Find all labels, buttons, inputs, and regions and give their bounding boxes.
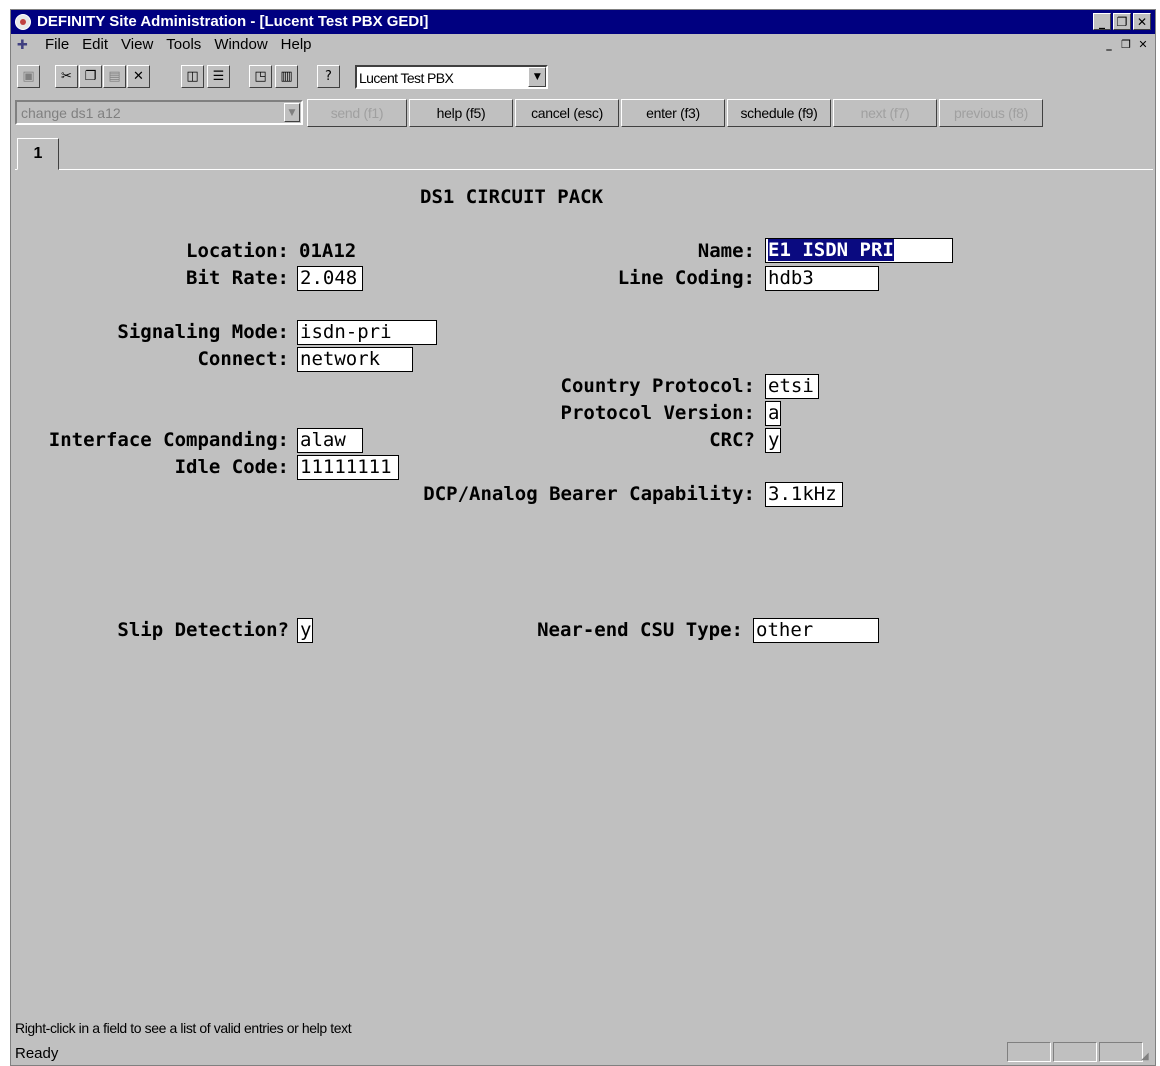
app-window: DEFINITY Site Administration - [Lucent T… bbox=[10, 9, 1156, 1066]
tab-page-1[interactable]: 1 bbox=[17, 138, 59, 170]
title-bar[interactable]: DEFINITY Site Administration - [Lucent T… bbox=[11, 10, 1155, 34]
toolbar: ▣ ✂ ❐ ▤ ✕ ◫ ☰ ◳ ▥ ? Lucent Test PBX ▼ bbox=[11, 60, 1155, 96]
status-pane bbox=[1099, 1042, 1143, 1062]
location-label: Location: bbox=[186, 240, 289, 262]
menu-file[interactable]: File bbox=[45, 36, 78, 53]
signaling-mode-label: Signaling Mode: bbox=[117, 321, 289, 343]
maximize-button[interactable]: ❐ bbox=[1113, 13, 1131, 30]
doc-close-button[interactable]: ✕ bbox=[1135, 37, 1151, 52]
csu-type-label: Near-end CSU Type: bbox=[537, 619, 743, 641]
page-tabs: 1 bbox=[15, 136, 1153, 170]
print-icon[interactable]: ▥ bbox=[275, 65, 298, 88]
signaling-mode-field[interactable]: isdn-pri bbox=[297, 320, 437, 345]
doc-minimize-button[interactable]: _ bbox=[1101, 37, 1117, 52]
slip-detection-field[interactable]: y bbox=[297, 618, 313, 643]
copy-icon[interactable]: ❐ bbox=[79, 65, 102, 88]
delete-icon[interactable]: ✕ bbox=[127, 65, 150, 88]
resize-grip-icon[interactable]: ◢ bbox=[1141, 1051, 1153, 1063]
bit-rate-label: Bit Rate: bbox=[186, 267, 289, 289]
idle-code-field[interactable]: 11111111 bbox=[297, 455, 399, 480]
cancel-button[interactable]: cancel (esc) bbox=[515, 99, 619, 127]
enter-button[interactable]: enter (f3) bbox=[621, 99, 725, 127]
crc-label: CRC? bbox=[709, 429, 755, 451]
send-button[interactable]: send (f1) bbox=[307, 99, 407, 127]
pbx-select[interactable]: Lucent Test PBX ▼ bbox=[355, 65, 548, 89]
chevron-down-icon[interactable]: ▼ bbox=[284, 103, 300, 122]
menu-tools[interactable]: Tools bbox=[166, 36, 210, 53]
menu-edit[interactable]: Edit bbox=[82, 36, 117, 53]
next-button[interactable]: next (f7) bbox=[833, 99, 937, 127]
interface-companding-label: Interface Companding: bbox=[48, 429, 289, 451]
document-icon[interactable]: ✚ bbox=[17, 38, 33, 53]
form-title: DS1 CIRCUIT PACK bbox=[420, 186, 604, 208]
name-field-value: E1 ISDN PRI bbox=[768, 239, 894, 261]
protocol-version-field[interactable]: a bbox=[765, 401, 781, 426]
connect-field[interactable]: network bbox=[297, 347, 413, 372]
help-icon[interactable]: ? bbox=[317, 65, 340, 88]
ds1-form: DS1 CIRCUIT PACK Location: 01A12 Name: E… bbox=[15, 170, 1145, 1010]
print-preview-icon[interactable]: ◳ bbox=[249, 65, 272, 88]
line-coding-field[interactable]: hdb3 bbox=[765, 266, 879, 291]
name-label: Name: bbox=[697, 240, 755, 262]
status-panes bbox=[1007, 1042, 1143, 1062]
name-field[interactable]: E1 ISDN PRI bbox=[765, 238, 953, 263]
menu-window[interactable]: Window bbox=[214, 36, 276, 53]
document-caption-buttons: _ ❐ ✕ bbox=[1101, 37, 1151, 52]
status-pane bbox=[1007, 1042, 1051, 1062]
bearer-capability-field[interactable]: 3.1kHz bbox=[765, 482, 843, 507]
command-input-value: change ds1 a12 bbox=[21, 105, 121, 121]
location-value: 01A12 bbox=[299, 240, 357, 262]
menu-view[interactable]: View bbox=[121, 36, 162, 53]
pbx-select-value: Lucent Test PBX bbox=[359, 70, 454, 86]
protocol-version-label: Protocol Version: bbox=[560, 402, 755, 424]
bearer-capability-label: DCP/Analog Bearer Capability: bbox=[423, 483, 755, 505]
slip-detection-label: Slip Detection? bbox=[117, 619, 289, 641]
line-coding-label: Line Coding: bbox=[617, 267, 755, 289]
menu-bar: ✚ File Edit View Tools Window Help _ ❐ ✕ bbox=[11, 34, 1155, 56]
minimize-button[interactable]: _ bbox=[1093, 13, 1111, 30]
previous-button[interactable]: previous (f8) bbox=[939, 99, 1043, 127]
caption-buttons: _ ❐ ✕ bbox=[1093, 13, 1151, 30]
app-icon[interactable] bbox=[15, 14, 31, 30]
csu-type-field[interactable]: other bbox=[753, 618, 879, 643]
help-hint: Right-click in a field to see a list of … bbox=[15, 1020, 352, 1036]
chevron-down-icon[interactable]: ▼ bbox=[528, 67, 546, 87]
close-button[interactable]: ✕ bbox=[1133, 13, 1151, 30]
save-icon[interactable]: ▣ bbox=[17, 65, 40, 88]
bit-rate-field[interactable]: 2.048 bbox=[297, 266, 363, 291]
schedule-button[interactable]: schedule (f9) bbox=[727, 99, 831, 127]
connect-label: Connect: bbox=[197, 348, 289, 370]
status-text: Ready bbox=[15, 1045, 59, 1062]
status-pane bbox=[1053, 1042, 1097, 1062]
doc-restore-button[interactable]: ❐ bbox=[1118, 37, 1134, 52]
crc-field[interactable]: y bbox=[765, 428, 781, 453]
country-protocol-label: Country Protocol: bbox=[560, 375, 755, 397]
interface-companding-field[interactable]: alaw bbox=[297, 428, 363, 453]
command-bar: change ds1 a12 ▼ send (f1) help (f5) can… bbox=[11, 98, 1155, 132]
command-input[interactable]: change ds1 a12 ▼ bbox=[15, 100, 303, 125]
help-button[interactable]: help (f5) bbox=[409, 99, 513, 127]
idle-code-label: Idle Code: bbox=[174, 456, 289, 478]
country-protocol-field[interactable]: etsi bbox=[765, 374, 819, 399]
menu-help[interactable]: Help bbox=[281, 36, 321, 53]
cut-icon[interactable]: ✂ bbox=[55, 65, 78, 88]
window-icon[interactable]: ◫ bbox=[181, 65, 204, 88]
list-icon[interactable]: ☰ bbox=[207, 65, 230, 88]
paste-icon[interactable]: ▤ bbox=[103, 65, 126, 88]
window-title: DEFINITY Site Administration - [Lucent T… bbox=[37, 13, 429, 30]
